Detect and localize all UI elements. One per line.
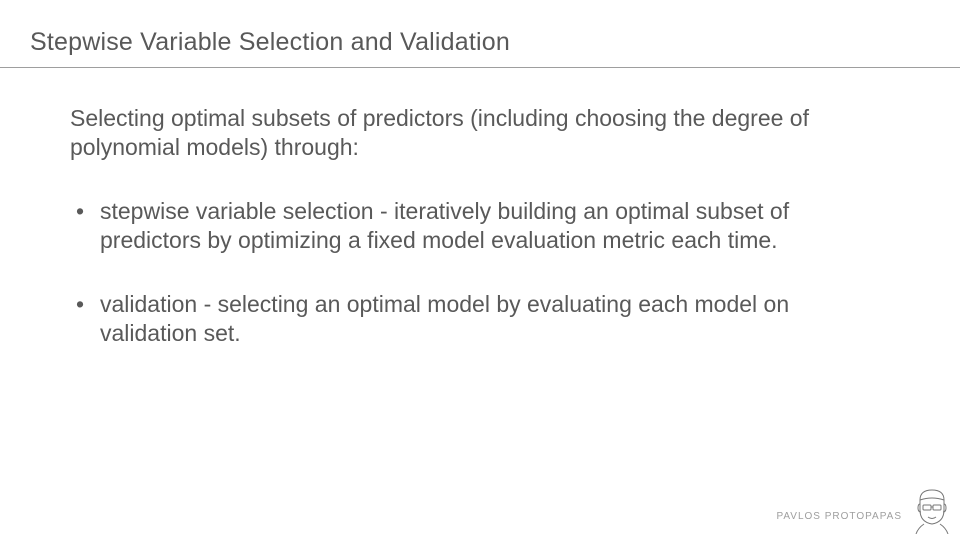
title-rule	[0, 67, 960, 68]
slide: Stepwise Variable Selection and Validati…	[0, 0, 960, 540]
slide-body: Selecting optimal subsets of predictors …	[70, 104, 890, 383]
intro-text: Selecting optimal subsets of predictors …	[70, 104, 890, 163]
author-name: PAVLOS PROTOPAPAS	[776, 511, 902, 522]
bullet-text: validation - selecting an optimal model …	[100, 291, 789, 346]
bullet-text: stepwise variable selection - iterativel…	[100, 198, 789, 253]
list-item: validation - selecting an optimal model …	[70, 290, 890, 349]
avatar-icon	[912, 486, 952, 534]
bullet-list: stepwise variable selection - iterativel…	[70, 197, 890, 349]
list-item: stepwise variable selection - iterativel…	[70, 197, 890, 256]
slide-title: Stepwise Variable Selection and Validati…	[30, 28, 510, 57]
